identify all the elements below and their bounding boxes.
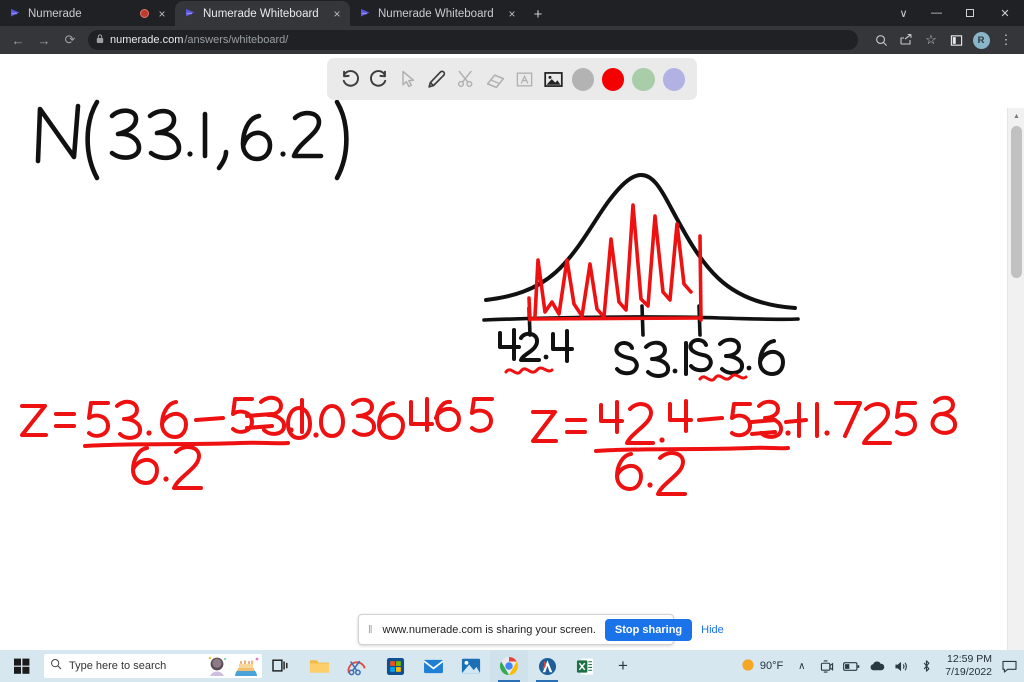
window-controls: ∨ — ✕ [887,0,1024,26]
image-icon[interactable] [540,64,567,94]
screen-share-bar: ‖ www.numerade.com is sharing your scree… [358,614,724,645]
browser-tab-1-title: Numerade [28,7,82,20]
reload-icon[interactable]: ⟳ [58,28,82,52]
minimize-button[interactable]: — [920,0,953,26]
address-bar[interactable]: numerade.com /answers/whiteboard/ [88,30,858,50]
side-panel-icon[interactable] [944,28,968,52]
browser-tab-2[interactable]: Numerade Whiteboard × [175,1,350,26]
taskbar-item-snip-and-sketch[interactable] [338,650,376,682]
taskbar-item-microsoft-store[interactable] [376,650,414,682]
task-view-button[interactable] [262,650,300,682]
weather-widget[interactable]: 90°F [739,658,789,675]
color-swatch-grey[interactable] [571,67,595,91]
search-icon[interactable] [869,28,893,52]
clock[interactable]: 12:59 PM 7/19/2022 [939,650,998,682]
formula-right [531,395,958,496]
distribution-notation [35,99,349,181]
battery-icon[interactable] [839,650,864,682]
clock-time: 12:59 PM [947,652,992,665]
taskbar-item-google-chrome[interactable] [490,650,528,682]
back-icon[interactable]: ← [6,28,30,52]
color-swatch-green[interactable] [632,67,655,91]
numerade-favicon [184,7,197,20]
toolbar-actions: ☆ R ⋮ [869,28,1018,52]
whiteboard-canvas[interactable]: ‖ www.numerade.com is sharing your scree… [0,54,1007,667]
sun-icon [741,658,755,675]
eraser-icon[interactable] [482,64,509,94]
browser-window: Numerade × Numerade Whiteboard × Numerad… [0,0,1024,682]
taskbar-item-photos[interactable] [452,650,490,682]
browser-tab-2-close-icon[interactable]: × [330,7,344,21]
address-bar-path: /answers/whiteboard/ [184,34,289,46]
taskbar-item-mail[interactable] [414,650,452,682]
browser-menu-icon[interactable]: ⋮ [994,28,1018,52]
search-input[interactable]: Type here to search [44,654,262,678]
formula-left [20,395,494,490]
whiteboard-ink [20,99,958,496]
bookmark-star-icon[interactable]: ☆ [919,28,943,52]
system-tray: 90°F ∧ 12:59 PM 7/19/2022 [739,650,1020,682]
search-placeholder: Type here to search [69,660,167,672]
taskbar-item-file-explorer[interactable] [300,650,338,682]
search-icon [50,657,62,675]
search-doodle-icon [202,655,260,678]
scissors-icon[interactable] [452,64,479,94]
browser-tab-2-title: Numerade Whiteboard [203,7,319,20]
show-hidden-icons-chevron-icon[interactable]: ∧ [789,650,814,682]
maximize-button[interactable] [953,0,986,26]
whiteboard-toolbar [327,58,697,100]
numerade-favicon [359,7,372,20]
taskbar-item-excel[interactable] [566,650,604,682]
text-box-icon[interactable] [511,64,538,94]
forward-icon[interactable]: → [32,28,56,52]
avatar[interactable]: R [969,28,993,52]
browser-tab-1-close-icon[interactable]: × [155,7,169,21]
hide-share-bar-link[interactable]: Hide [701,624,724,636]
tab-search-icon[interactable]: ∨ [887,0,920,26]
select-cursor-icon[interactable] [394,64,421,94]
browser-tab-3[interactable]: Numerade Whiteboard × [350,1,525,26]
volume-icon[interactable] [889,650,914,682]
close-window-button[interactable]: ✕ [986,0,1024,26]
stop-sharing-button[interactable]: Stop sharing [604,618,693,641]
address-bar-domain: numerade.com [110,34,184,46]
camera-icon[interactable] [814,650,839,682]
weather-temperature: 90°F [759,660,784,672]
page-content: ‖ www.numerade.com is sharing your scree… [0,54,1024,682]
numerade-favicon [9,7,22,20]
notifications-icon[interactable] [998,650,1020,682]
avatar-initial: R [972,31,990,49]
plus-icon: + [618,656,628,675]
vertical-scrollbar-thumb[interactable] [1011,126,1022,278]
browser-tab-1[interactable]: Numerade × [0,1,175,26]
bluetooth-icon[interactable] [914,650,939,682]
color-swatch-red[interactable] [602,67,625,91]
redo-icon[interactable] [365,64,392,94]
pen-icon[interactable] [423,64,450,94]
windows-taskbar: Type here to search + 90°F ∧ 12:59 PM 7/… [0,650,1024,682]
new-tab-button[interactable]: + [525,2,551,26]
recording-indicator-icon [140,9,149,18]
browser-tab-3-title: Numerade Whiteboard [378,7,494,20]
undo-icon[interactable] [336,64,363,94]
scroll-up-icon[interactable]: ▲ [1008,108,1024,125]
color-swatch-purple[interactable] [662,67,685,91]
start-button[interactable] [0,650,44,682]
add-taskbar-item-button[interactable]: + [604,650,642,682]
browser-tab-3-close-icon[interactable]: × [505,7,519,21]
clock-date: 7/19/2022 [945,666,992,678]
taskbar-item-avast[interactable] [528,650,566,682]
share-message: www.numerade.com is sharing your screen. [382,623,596,636]
tab-strip-spacer [551,0,887,26]
lock-icon [96,34,104,46]
vertical-scrollbar[interactable]: ▲ ▼ [1007,108,1024,682]
tab-strip: Numerade × Numerade Whiteboard × Numerad… [0,0,1024,26]
pause-icon[interactable]: ‖ [368,624,374,636]
share-icon[interactable] [894,28,918,52]
shaded-region [527,203,703,322]
browser-toolbar: ← → ⟳ numerade.com /answers/whiteboard/ … [0,26,1024,54]
onedrive-icon[interactable] [864,650,889,682]
